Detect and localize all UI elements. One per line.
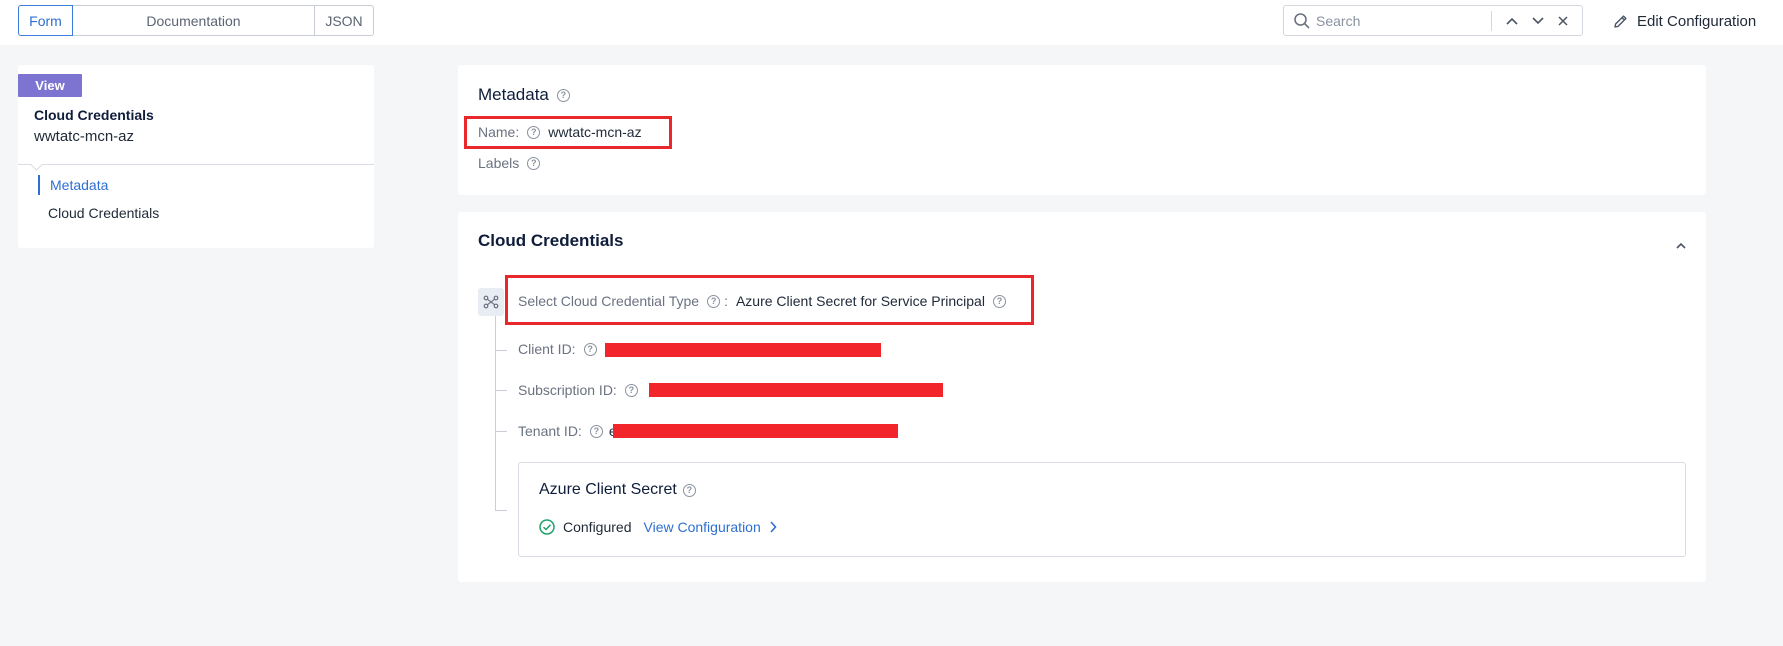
tenant-id-label: Tenant ID:: [518, 423, 582, 439]
search-input[interactable]: [1316, 12, 1466, 30]
chevron-right-icon: [770, 521, 777, 533]
help-icon[interactable]: ?: [624, 383, 638, 397]
sidebar-title: Cloud Credentials: [34, 107, 154, 123]
help-icon[interactable]: ?: [527, 156, 541, 170]
view-configuration-label: View Configuration: [643, 519, 761, 535]
metadata-title: Metadata: [478, 85, 549, 104]
tenant-id-redaction: [613, 424, 898, 438]
cloud-credentials-section: Cloud Credentials Select Cloud Credentia…: [458, 212, 1706, 582]
help-icon[interactable]: ?: [682, 483, 696, 497]
chevron-up-icon[interactable]: [1502, 11, 1522, 31]
sidebar-item-cloud-credentials[interactable]: Cloud Credentials: [48, 205, 159, 221]
credential-type-separator: :: [724, 293, 728, 309]
credential-type-field: Select Cloud Credential Type ? : Azure C…: [518, 293, 1006, 309]
tree-branch: [495, 510, 507, 511]
search-divider: [1491, 11, 1492, 31]
help-icon[interactable]: ?: [583, 342, 597, 356]
top-toolbar: Form Documentation JSON Edit Configurati…: [0, 0, 1783, 45]
chevron-down-icon[interactable]: [1528, 11, 1548, 31]
azure-client-secret-title: Azure Client Secret: [539, 481, 677, 498]
help-icon[interactable]: ?: [589, 424, 603, 438]
help-icon[interactable]: ?: [527, 125, 541, 139]
configured-status: Configured: [563, 519, 632, 535]
sidebar-divider: [18, 164, 374, 165]
search-icon: [1293, 12, 1311, 30]
view-configuration-link[interactable]: View Configuration: [644, 519, 777, 535]
subscription-id-field: Subscription ID: ?: [518, 382, 638, 398]
subscription-id-redaction: [649, 383, 943, 397]
name-field: Name: ? wwtatc-mcn-az: [478, 124, 642, 140]
tab-json[interactable]: JSON: [314, 5, 374, 36]
sidebar-item-metadata[interactable]: Metadata: [38, 175, 108, 195]
tree-icon: [478, 288, 504, 316]
view-badge: View: [18, 74, 82, 97]
tree-branch: [495, 390, 507, 391]
tenant-id-field: Tenant ID: ? e: [518, 423, 617, 439]
tree-branch: [495, 350, 507, 351]
client-id-redaction: [605, 343, 881, 357]
name-value: wwtatc-mcn-az: [548, 124, 642, 140]
collapse-chevron-icon[interactable]: [1676, 236, 1686, 254]
help-icon[interactable]: ?: [556, 88, 570, 102]
search-box: [1283, 5, 1583, 36]
credential-type-value: Azure Client Secret for Service Principa…: [735, 293, 985, 309]
edit-configuration-label: Edit Configuration: [1637, 12, 1757, 30]
edit-configuration-button[interactable]: Edit Configuration: [1612, 9, 1756, 33]
tree-branch: [495, 431, 507, 432]
labels-field: Labels ?: [478, 155, 541, 171]
labels-label: Labels: [478, 155, 520, 171]
tab-documentation[interactable]: Documentation: [72, 5, 315, 36]
check-circle-icon: [539, 519, 555, 535]
client-id-field: Client ID: ?: [518, 341, 597, 357]
close-icon[interactable]: [1553, 11, 1573, 31]
metadata-section: Metadata ? Name: ? wwtatc-mcn-az Labels …: [458, 65, 1706, 195]
tab-form[interactable]: Form: [18, 5, 73, 36]
client-id-label: Client ID:: [518, 341, 576, 357]
metadata-heading: Metadata ?: [478, 85, 570, 105]
help-icon[interactable]: ?: [992, 294, 1006, 308]
sidebar-subtitle: wwtatc-mcn-az: [34, 128, 135, 145]
azure-client-secret-panel: Azure Client Secret ? Configured View Co…: [518, 462, 1686, 557]
help-icon[interactable]: ?: [707, 294, 721, 308]
subscription-id-label: Subscription ID:: [518, 382, 617, 398]
pencil-icon: [1614, 14, 1627, 28]
azure-client-secret-heading: Azure Client Secret ?: [539, 481, 696, 499]
tree-connector: [495, 316, 496, 510]
sidebar-notch: [30, 158, 43, 171]
cloud-credentials-heading: Cloud Credentials: [478, 231, 624, 250]
credential-type-label: Select Cloud Credential Type: [518, 293, 700, 309]
name-label: Name:: [478, 124, 520, 140]
configured-status-row: Configured View Configuration: [539, 519, 777, 535]
sidebar-panel: View Cloud Credentials wwtatc-mcn-az Met…: [18, 65, 374, 248]
